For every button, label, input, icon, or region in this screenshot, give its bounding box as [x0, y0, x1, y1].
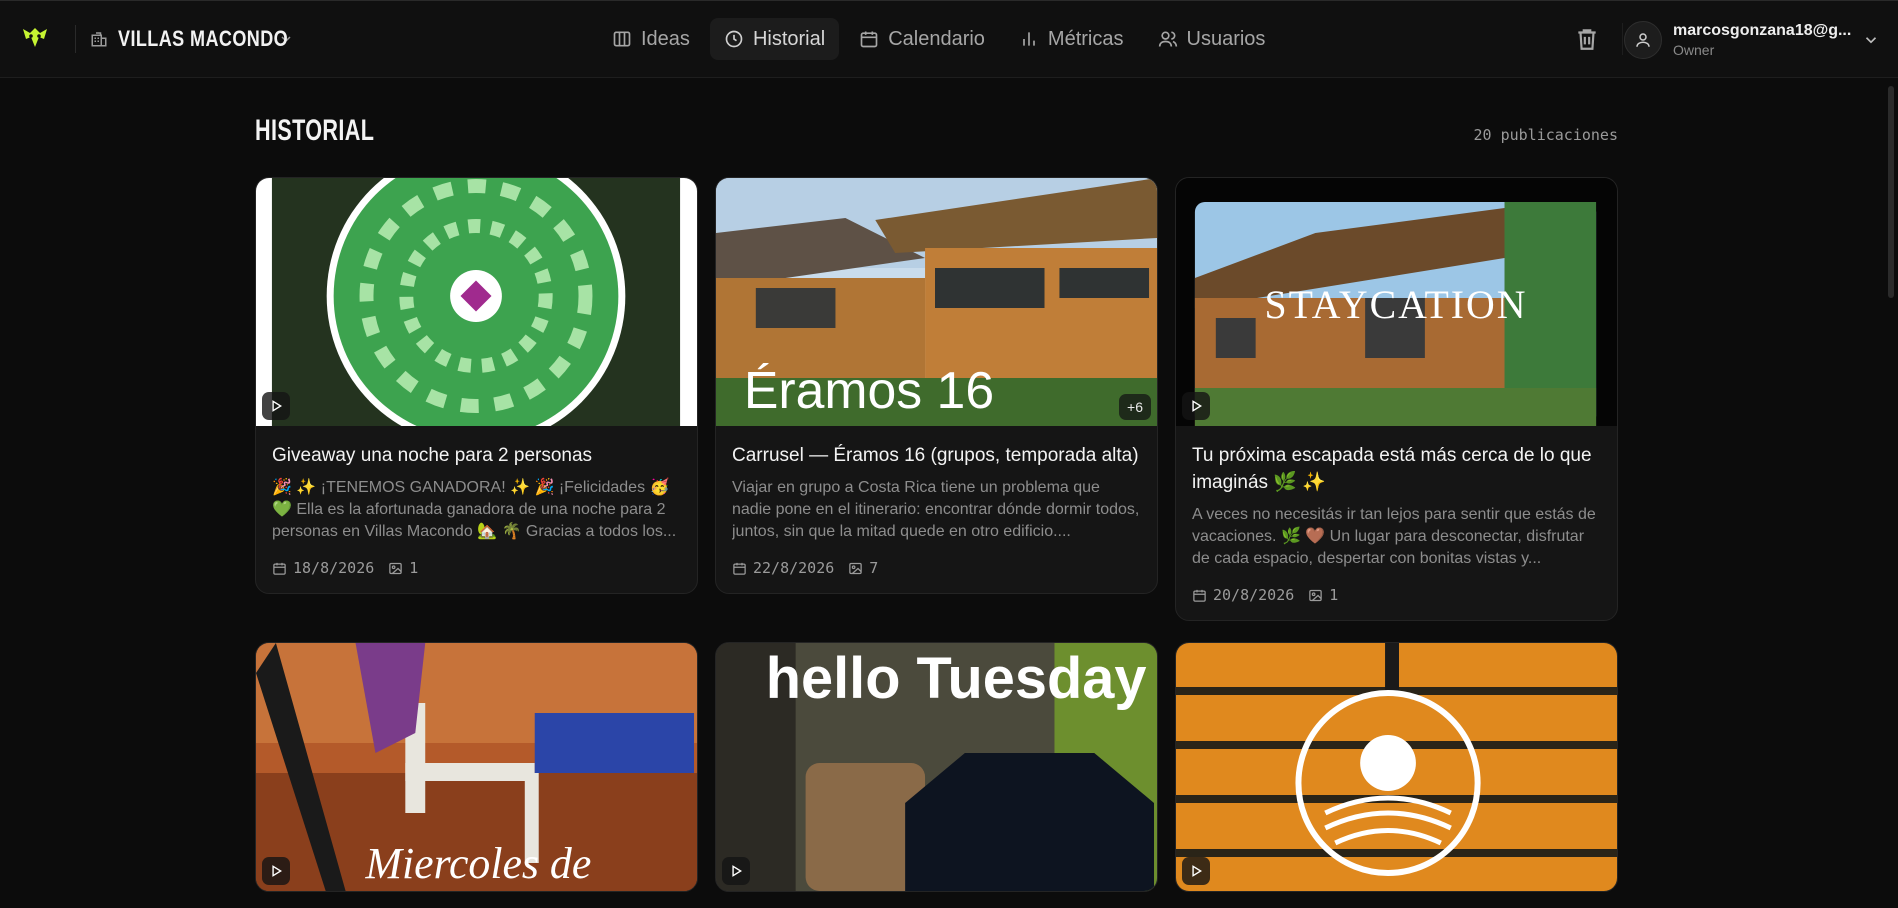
user-divider	[1622, 23, 1623, 55]
post-thumbnail	[1176, 643, 1617, 891]
main-nav: Ideas Historial Calendario Métricas Usua…	[598, 18, 1279, 60]
play-icon[interactable]	[262, 857, 290, 885]
post-card[interactable]: Éramos 16 +6 Carrusel — Éramos 16 (grupo…	[715, 177, 1158, 594]
trash-icon[interactable]	[1574, 26, 1600, 52]
post-image-count: 7	[869, 559, 879, 577]
post-card[interactable]	[1175, 642, 1618, 892]
calendar-icon	[273, 562, 286, 575]
play-icon[interactable]	[262, 392, 290, 420]
header-divider	[75, 25, 76, 53]
calendar-icon	[733, 562, 746, 575]
nav-label: Ideas	[641, 27, 690, 50]
top-bar: VILLAS MACONDO Ideas Historial Calendari…	[0, 0, 1898, 78]
play-icon[interactable]	[1182, 857, 1210, 885]
post-image-count: 1	[1329, 586, 1339, 604]
workspace-name: VILLAS MACONDO	[118, 26, 289, 51]
user-icon	[1636, 33, 1650, 47]
post-card[interactable]: Giveaway una noche para 2 personas 🎉 ✨ ¡…	[255, 177, 698, 594]
overlay-text: STAYCATION	[1265, 282, 1528, 327]
brand-logo-icon[interactable]	[20, 23, 50, 53]
nav-label: Calendario	[888, 27, 985, 50]
nav-label: Métricas	[1047, 27, 1124, 50]
nav-metricas[interactable]: Métricas	[1005, 18, 1138, 60]
workspace-selector[interactable]: VILLAS MACONDO	[90, 23, 294, 55]
post-card[interactable]: STAYCATION Tu próxima escapada está más …	[1175, 177, 1618, 621]
users-icon	[1158, 31, 1177, 47]
post-meta: 22/8/2026 7	[732, 559, 1141, 577]
overlay-text: hello Tuesday	[766, 647, 1147, 711]
user-role: Owner	[1673, 42, 1715, 58]
nav-usuarios[interactable]: Usuarios	[1144, 18, 1280, 60]
post-thumbnail: STAYCATION	[1176, 178, 1617, 426]
post-description: A veces no necesitás ir tan lejos para s…	[1192, 506, 1596, 567]
bar-chart-icon	[1023, 32, 1035, 46]
post-thumbnail: Miercoles de	[256, 643, 697, 891]
clock-icon	[725, 30, 743, 48]
villa-photo-image: Éramos 16	[716, 178, 1157, 426]
user-email[interactable]: marcosgonzana18@g...	[1673, 22, 1851, 40]
post-description: 🎉 ✨ ¡TENEMOS GANADORA! ✨ 🎉 ¡Felicidades …	[272, 479, 677, 540]
post-title: Carrusel — Éramos 16 (grupos, temporada …	[732, 445, 1139, 466]
overlay-text: Éramos 16	[744, 361, 994, 419]
lounge-chairs-image: Miercoles de	[256, 643, 697, 891]
calendar-icon	[860, 31, 878, 48]
image-icon	[389, 562, 403, 574]
post-title: Giveaway una noche para 2 personas	[272, 445, 593, 466]
post-date: 20/8/2026	[1213, 586, 1295, 604]
play-icon[interactable]	[1182, 392, 1210, 420]
page-title: HISTORIAL	[255, 114, 375, 147]
post-date: 22/8/2026	[753, 559, 835, 577]
staycation-image: STAYCATION	[1176, 178, 1617, 426]
wooden-sign-logo-image	[1176, 643, 1617, 891]
hello-tuesday-image: hello Tuesday	[716, 643, 1157, 891]
scrollbar[interactable]	[1888, 86, 1894, 298]
play-icon[interactable]	[722, 857, 750, 885]
extra-images-badge: +6	[1119, 394, 1151, 420]
calendar-icon	[1193, 589, 1206, 602]
building-icon	[91, 32, 107, 47]
post-card[interactable]: Miercoles de	[255, 642, 698, 892]
publication-count: 20 publicaciones	[1473, 126, 1619, 144]
post-date: 18/8/2026	[293, 559, 375, 577]
nav-label: Usuarios	[1186, 27, 1266, 50]
giveaway-wheel-image	[256, 178, 697, 426]
chevron-down-icon[interactable]	[1862, 31, 1880, 49]
nav-calendario[interactable]: Calendario	[845, 18, 999, 60]
columns-icon	[613, 31, 631, 47]
post-thumbnail: Éramos 16 +6	[716, 178, 1157, 426]
post-description: Viajar en grupo a Costa Rica tiene un pr…	[732, 479, 1140, 540]
post-meta: 20/8/2026 1	[1192, 586, 1601, 604]
post-card[interactable]: hello Tuesday	[715, 642, 1158, 892]
post-image-count: 1	[409, 559, 419, 577]
image-icon	[849, 562, 863, 574]
post-thumbnail	[256, 178, 697, 426]
image-icon	[1309, 589, 1323, 601]
nav-ideas[interactable]: Ideas	[598, 18, 704, 60]
overlay-text: Miercoles de	[365, 840, 592, 888]
nav-label: Historial	[752, 27, 826, 50]
post-thumbnail: hello Tuesday	[716, 643, 1157, 891]
avatar[interactable]	[1624, 21, 1662, 59]
post-meta: 18/8/2026 1	[272, 559, 681, 577]
post-title: Tu próxima escapada está más cerca de lo…	[1192, 445, 1592, 493]
nav-historial[interactable]: Historial	[709, 18, 840, 60]
